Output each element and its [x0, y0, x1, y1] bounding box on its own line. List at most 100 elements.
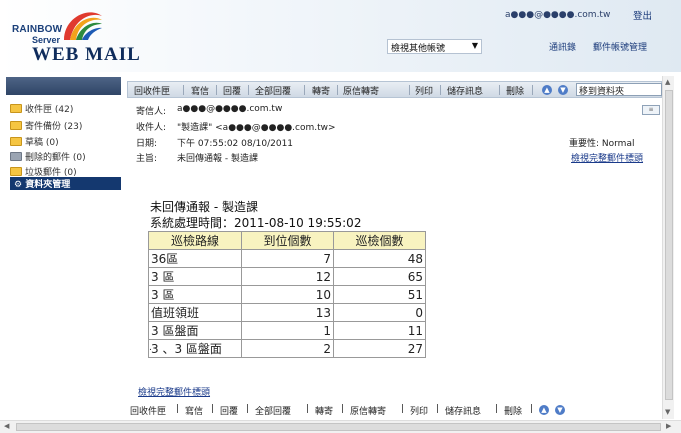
back-to-inbox-button[interactable]: 回收件匣	[130, 404, 166, 417]
scroll-down-icon[interactable]: ▼	[665, 408, 670, 416]
scroll-right-icon[interactable]: ▶	[666, 422, 671, 430]
folder-label: 草稿	[25, 138, 44, 148]
folder-icon	[10, 137, 22, 146]
table-cell: 11	[333, 321, 426, 340]
body-trailing-dot: .	[149, 343, 152, 353]
table-header-cell: 巡檢個數	[333, 231, 426, 250]
folder-icon	[10, 167, 22, 176]
view-full-header-link-bottom[interactable]: 檢視完整郵件標頭	[138, 385, 210, 398]
forward-original-button[interactable]: 原信轉寄	[343, 84, 379, 97]
table-cell: 2	[241, 339, 334, 358]
bar-divider: |	[306, 404, 310, 414]
bar-divider: |	[530, 404, 534, 414]
scrollbar-thumb[interactable]	[665, 90, 673, 400]
report-title: 未回傳通報 - 製造課	[150, 200, 258, 214]
print-button[interactable]: 列印	[415, 84, 433, 97]
forward-button[interactable]: 轉寄	[315, 404, 333, 417]
sidebar-item-inbox[interactable]: 收件匣 (42)	[10, 102, 73, 115]
compose-button[interactable]: 寫信	[185, 404, 203, 417]
account-select-value: 檢視其他帳號	[391, 44, 446, 54]
account-select[interactable]: 檢視其他帳號 ▼	[387, 39, 482, 54]
reply-button[interactable]: 回覆	[223, 84, 241, 97]
delete-button[interactable]: 刪除	[506, 84, 524, 97]
bar-divider: |	[176, 404, 180, 414]
table-cell: 65	[333, 267, 426, 286]
table-header-cell: 巡檢路線	[148, 231, 242, 250]
folder-icon	[10, 104, 22, 113]
reply-all-button[interactable]: 全部回覆	[255, 404, 291, 417]
next-message-icon[interactable]: ▼	[558, 85, 568, 95]
table-cell: 3 區	[148, 285, 242, 304]
table-row: 值班領班 13 0	[148, 303, 426, 322]
sidebar: 收件匣 (42) 寄件備份 (23) 草稿 (0) 刪除的郵件 (0) 垃圾郵件…	[6, 77, 121, 192]
bottom-action-bar: 回收件匣 | 寫信 | 回覆 | 全部回覆 | 轉寄 | 原信轉寄 | 列印 |…	[127, 403, 662, 417]
table-cell: 3 區盤面	[148, 321, 242, 340]
report-time: 系統處理時間：2011-08-10 19:55:02	[150, 216, 362, 230]
folder-manage-button[interactable]: ⚙ 資料夾管理	[10, 177, 121, 190]
previous-message-icon[interactable]: ▲	[542, 85, 552, 95]
table-cell: 10	[241, 285, 334, 304]
table-cell: 3 、3 區盤面	[148, 339, 242, 358]
message-toolbar: 回收件匣 寫信 回覆 全部回覆 轉寄 原信轉寄 列印 儲存訊息 刪除 ▲ ▼ 移…	[127, 81, 662, 98]
forward-original-button[interactable]: 原信轉寄	[350, 404, 386, 417]
account-settings-link[interactable]: 郵件帳號管理	[593, 40, 647, 53]
print-button[interactable]: 列印	[410, 404, 428, 417]
from-value: a●●●@●●●●.com.tw	[177, 104, 283, 114]
sidebar-header	[6, 77, 121, 95]
priority-value: 重要性: Normal	[569, 139, 635, 149]
delete-button[interactable]: 刪除	[504, 404, 522, 417]
sidebar-item-deleted[interactable]: 刪除的郵件 (0)	[10, 150, 86, 163]
user-email: a●●●@●●●●.com.tw	[505, 10, 611, 20]
bar-divider: |	[211, 404, 215, 414]
sidebar-item-drafts[interactable]: 草稿 (0)	[10, 135, 59, 148]
reply-all-button[interactable]: 全部回覆	[255, 84, 291, 97]
table-row: 36區 7 48	[148, 249, 426, 268]
toolbar-divider	[248, 85, 249, 95]
scroll-left-icon[interactable]: ◀	[4, 422, 9, 430]
table-header-row: 巡檢路線 到位個數 巡檢個數	[148, 231, 426, 250]
sidebar-item-sent[interactable]: 寄件備份 (23)	[10, 119, 82, 132]
to-value: "製造課" <a●●●@●●●●.com.tw>	[177, 123, 336, 133]
logout-link[interactable]: 登出	[633, 8, 652, 22]
contacts-link[interactable]: 通訊錄	[549, 40, 576, 53]
scrollbar-thumb[interactable]	[16, 423, 661, 431]
table-row: 3 區 12 65	[148, 267, 426, 286]
previous-message-icon[interactable]: ▲	[539, 405, 549, 415]
toolbar-divider	[183, 85, 184, 95]
horizontal-scrollbar[interactable]: ◀ ▶	[0, 420, 681, 433]
logo-text: RAINBOW	[12, 24, 63, 35]
next-message-icon[interactable]: ▼	[555, 405, 565, 415]
forward-button[interactable]: 轉寄	[312, 84, 330, 97]
vcard-icon[interactable]: ≡	[642, 105, 660, 115]
toolbar-divider	[440, 85, 441, 95]
folder-count: (23)	[63, 122, 83, 132]
date-label: 日期:	[136, 139, 158, 149]
save-message-button[interactable]: 儲存訊息	[447, 84, 483, 97]
save-message-button[interactable]: 儲存訊息	[445, 404, 481, 417]
subject-value: 未回傳通報 - 製造課	[177, 154, 258, 164]
vertical-scrollbar[interactable]: ▲ ▼	[662, 76, 674, 419]
report-table: 巡檢路線 到位個數 巡檢個數 36區 7 48 3 區 12 65 3 區 10…	[148, 231, 426, 358]
scroll-up-icon[interactable]: ▲	[665, 78, 670, 86]
table-cell: 51	[333, 285, 426, 304]
move-to-folder-select[interactable]: 移到資料夾	[576, 83, 662, 97]
header: RAINBOW Server WEB MAIL a●●●@●●●●.com.tw…	[0, 0, 681, 72]
table-cell: 27	[333, 339, 426, 358]
table-header-cell: 到位個數	[241, 231, 334, 250]
to-label: 收件人:	[136, 123, 167, 133]
logo-webmail-text: WEB MAIL	[32, 44, 141, 65]
bar-divider: |	[436, 404, 440, 414]
folder-count: (42)	[54, 105, 74, 115]
toolbar-divider	[409, 85, 410, 95]
compose-button[interactable]: 寫信	[191, 84, 209, 97]
toolbar-divider	[304, 85, 305, 95]
back-to-inbox-button[interactable]: 回收件匣	[134, 84, 170, 97]
table-cell: 值班領班	[148, 303, 242, 322]
folder-count: (0)	[72, 153, 86, 163]
date-value: 下午 07:55:02 08/10/2011	[177, 139, 294, 149]
toolbar-divider	[532, 85, 533, 95]
folder-icon	[10, 121, 22, 130]
view-full-header-link[interactable]: 檢視完整郵件標頭	[571, 151, 643, 164]
table-cell: 1	[241, 321, 334, 340]
reply-button[interactable]: 回覆	[220, 404, 238, 417]
